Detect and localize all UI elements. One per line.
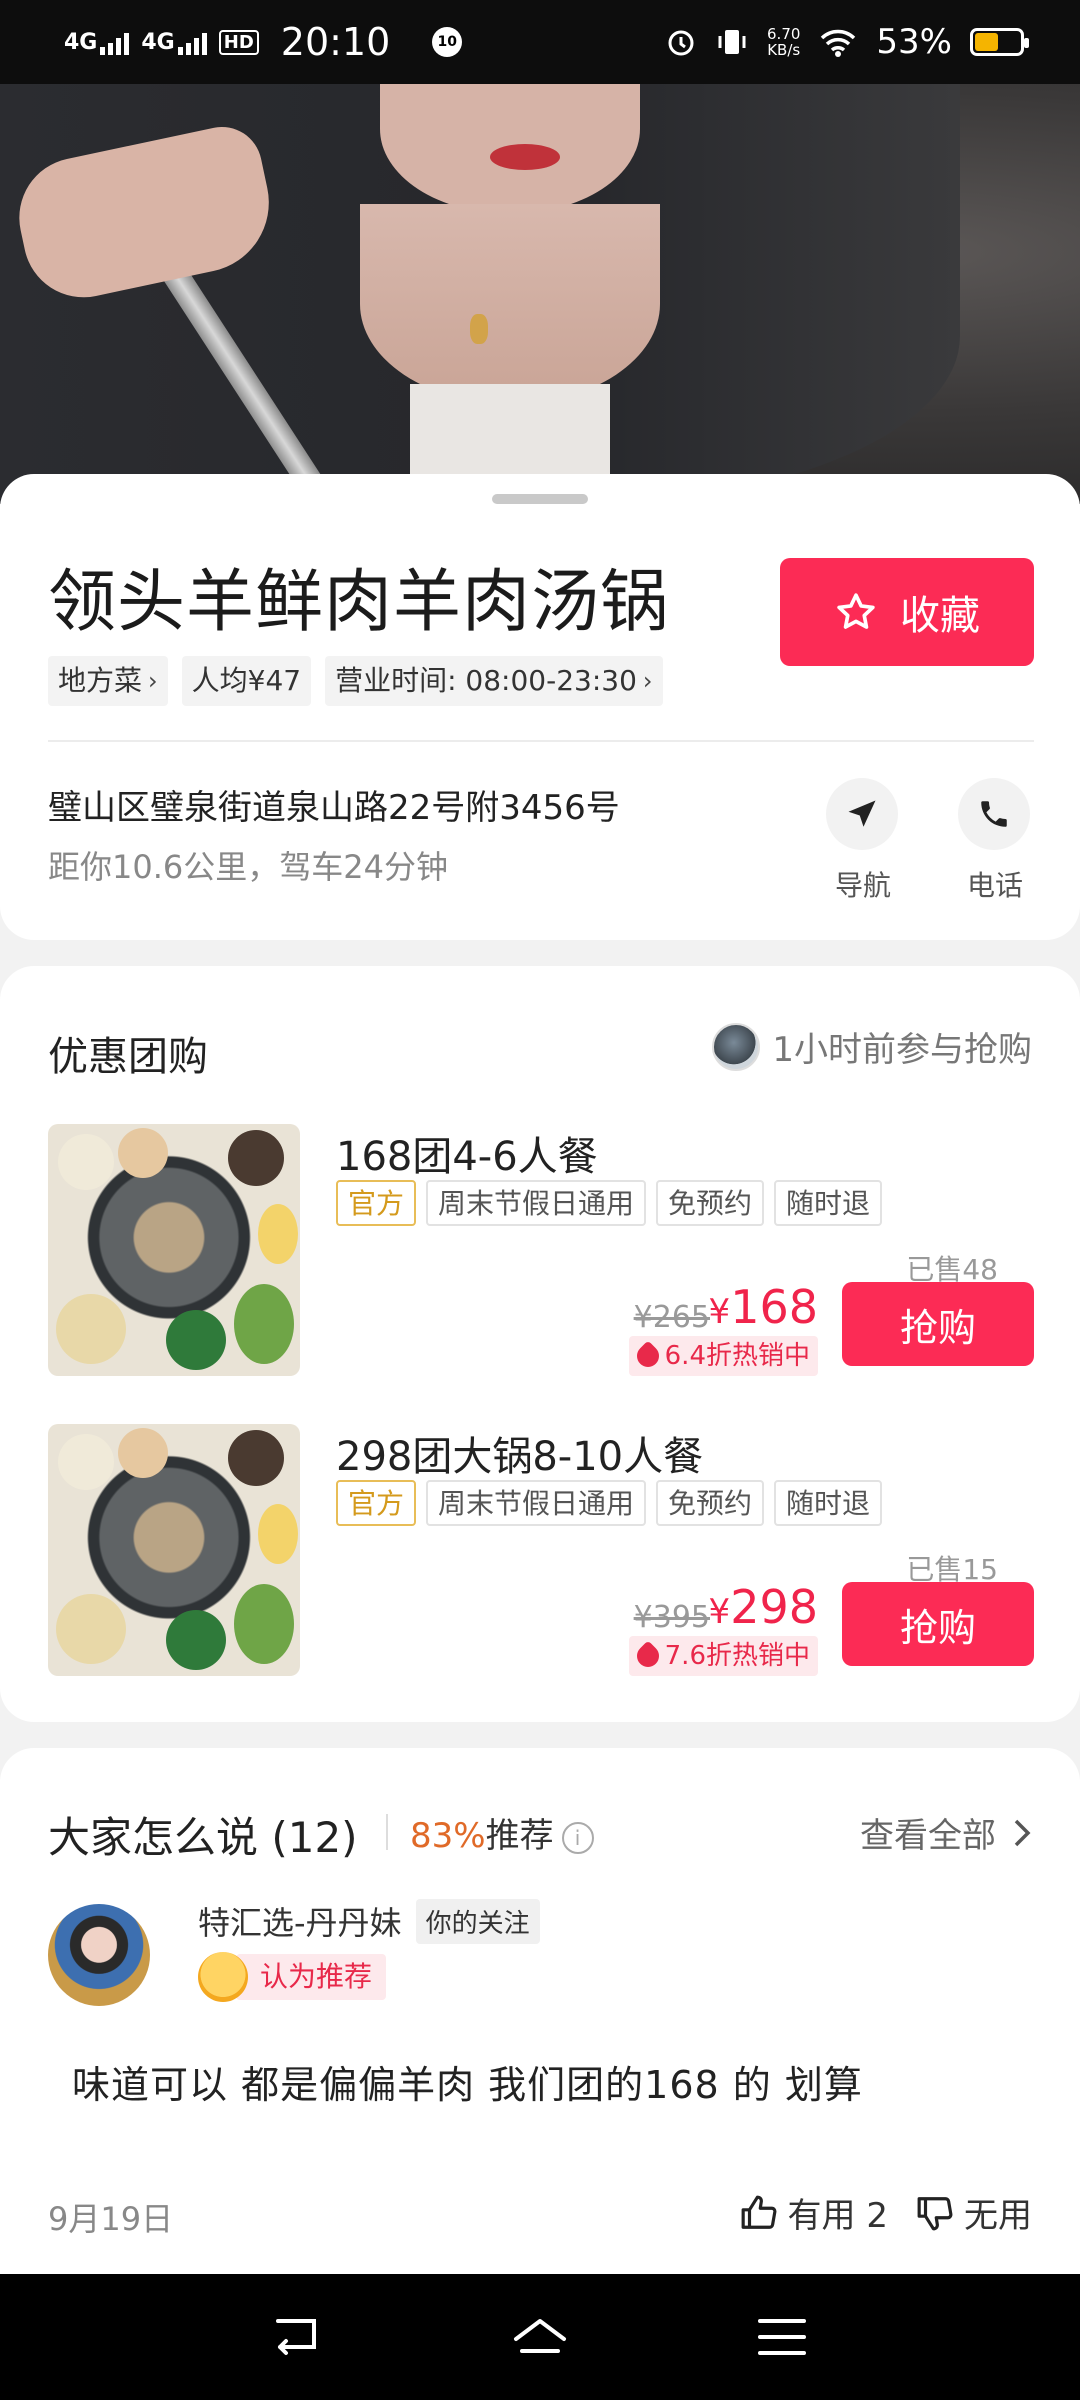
reviews-title: 大家怎么说 (12)	[48, 1813, 358, 1862]
following-tag: 你的关注	[415, 1898, 540, 1944]
buy-button[interactable]: 抢购	[842, 1582, 1034, 1666]
distance-info: 距你10.6公里，驾车24分钟	[48, 848, 448, 886]
deal-thumbnail	[48, 1124, 300, 1376]
home-icon[interactable]	[505, 2307, 575, 2367]
deal-chip: 随时退	[774, 1480, 883, 1526]
avatar	[712, 1022, 761, 1071]
divider	[386, 1814, 388, 1850]
avatar[interactable]	[48, 1904, 150, 2006]
smile-emoji-icon	[198, 1952, 248, 2002]
avg-price-tag: 人均¥47	[181, 656, 312, 706]
review-date: 9月19日	[48, 2200, 174, 2238]
phone-icon	[981, 801, 1007, 827]
recent-activity: 1小时前参与抢购	[712, 1022, 1032, 1071]
review-text[interactable]: 味道可以 都是偏偏羊肉 我们团的168 的 划算	[72, 2054, 863, 2109]
thumbs-up-icon	[741, 2195, 776, 2229]
tag-icon	[632, 1340, 664, 1372]
deal-name: 168团4-6人餐	[336, 1134, 598, 1180]
drag-handle[interactable]	[492, 494, 588, 504]
cuisine-tag[interactable]: 地方菜 ›	[48, 656, 168, 706]
buy-button[interactable]: 抢购	[842, 1282, 1034, 1366]
group-deals-card: 优惠团购 1小时前参与抢购 168团4-6人餐 官方 周末节假日通用 免预约 随…	[0, 966, 1080, 1722]
alarm-icon	[668, 30, 694, 56]
menu-icon[interactable]	[752, 2307, 812, 2367]
shop-info-card: 领头羊鲜肉羊肉汤锅 收藏 地方菜 › 人均¥47 营业时间: 08:00-23:3…	[0, 474, 1080, 940]
reviews-card: 大家怎么说 (12) 83%推荐 i 查看全部 特汇选-丹丹妹 你的关注 认为推荐…	[0, 1748, 1080, 2278]
original-price: ¥395	[633, 1600, 710, 1635]
star-icon	[837, 593, 875, 629]
recommend-rate: 83%推荐 i	[410, 1808, 594, 1857]
reviewer[interactable]: 特汇选-丹丹妹 你的关注	[198, 1898, 540, 1944]
tag-icon	[632, 1640, 664, 1672]
useless-button[interactable]: 无用	[916, 2188, 1032, 2237]
hd-icon: HD	[218, 29, 259, 55]
status-bar: 4G 4G HD 20:10 10 6.70 KB/s 53%	[0, 0, 1080, 84]
call-button[interactable]: 电话	[958, 778, 1032, 904]
cell-signal-icon: 4G	[64, 30, 130, 55]
deal-chip: 免预约	[656, 1480, 765, 1526]
chevron-right-icon: ›	[148, 667, 158, 695]
useful-button[interactable]: 有用 2	[740, 2188, 888, 2237]
notification-badge: 10	[432, 27, 463, 57]
system-nav-bar	[0, 2274, 1080, 2400]
deal-thumbnail	[48, 1424, 300, 1676]
clock: 20:10	[280, 20, 391, 64]
network-speed: 6.70 KB/s	[767, 25, 801, 59]
reviewer-name: 特汇选-丹丹妹	[198, 1904, 402, 1942]
chevron-right-icon: ›	[642, 667, 653, 695]
deal-item[interactable]: 168团4-6人餐 官方 周末节假日通用 免预约 随时退 已售48 ¥265 ¥…	[48, 1124, 1034, 1376]
discount-badge: 6.4折热销中	[628, 1336, 818, 1376]
deal-chip: 周末节假日通用	[426, 1480, 647, 1526]
view-all-link[interactable]: 查看全部	[860, 1808, 1032, 1857]
deal-price: ¥168	[708, 1280, 818, 1334]
battery-icon	[970, 28, 1029, 56]
wifi-icon	[821, 29, 856, 57]
deal-price: ¥298	[708, 1580, 818, 1634]
deal-chip: 周末节假日通用	[426, 1180, 647, 1226]
vibrate-icon	[718, 30, 746, 54]
thumbs-down-icon	[917, 2196, 953, 2230]
favorite-button[interactable]: 收藏	[780, 558, 1034, 666]
business-hours-tag[interactable]: 营业时间: 08:00-23:30 ›	[325, 656, 663, 706]
shop-hero-image	[0, 84, 1080, 504]
deal-name: 298团大锅8-10人餐	[336, 1434, 704, 1480]
official-chip: 官方	[336, 1180, 417, 1226]
info-icon[interactable]: i	[561, 1821, 594, 1854]
original-price: ¥265	[633, 1300, 710, 1335]
navigate-button[interactable]: 导航	[826, 778, 900, 904]
deal-item[interactable]: 298团大锅8-10人餐 官方 周末节假日通用 免预约 随时退 已售15 ¥39…	[48, 1424, 1034, 1676]
deal-chip: 随时退	[774, 1180, 883, 1226]
cell-signal-icon: 4G	[141, 30, 207, 55]
battery-percent: 53%	[876, 22, 952, 62]
official-chip: 官方	[336, 1480, 417, 1526]
navigation-icon	[848, 800, 876, 827]
shop-name: 领头羊鲜肉羊肉汤锅	[48, 563, 670, 642]
recommend-tag: 认为推荐	[198, 1952, 387, 2002]
section-title: 优惠团购	[48, 1034, 208, 1080]
deal-chip: 免预约	[656, 1180, 765, 1226]
discount-badge: 7.6折热销中	[628, 1636, 818, 1676]
shop-address[interactable]: 璧山区璧泉街道泉山路22号附3456号	[48, 780, 620, 829]
chevron-right-icon	[1014, 1819, 1031, 1846]
back-icon[interactable]	[268, 2307, 328, 2367]
divider	[48, 740, 1034, 742]
